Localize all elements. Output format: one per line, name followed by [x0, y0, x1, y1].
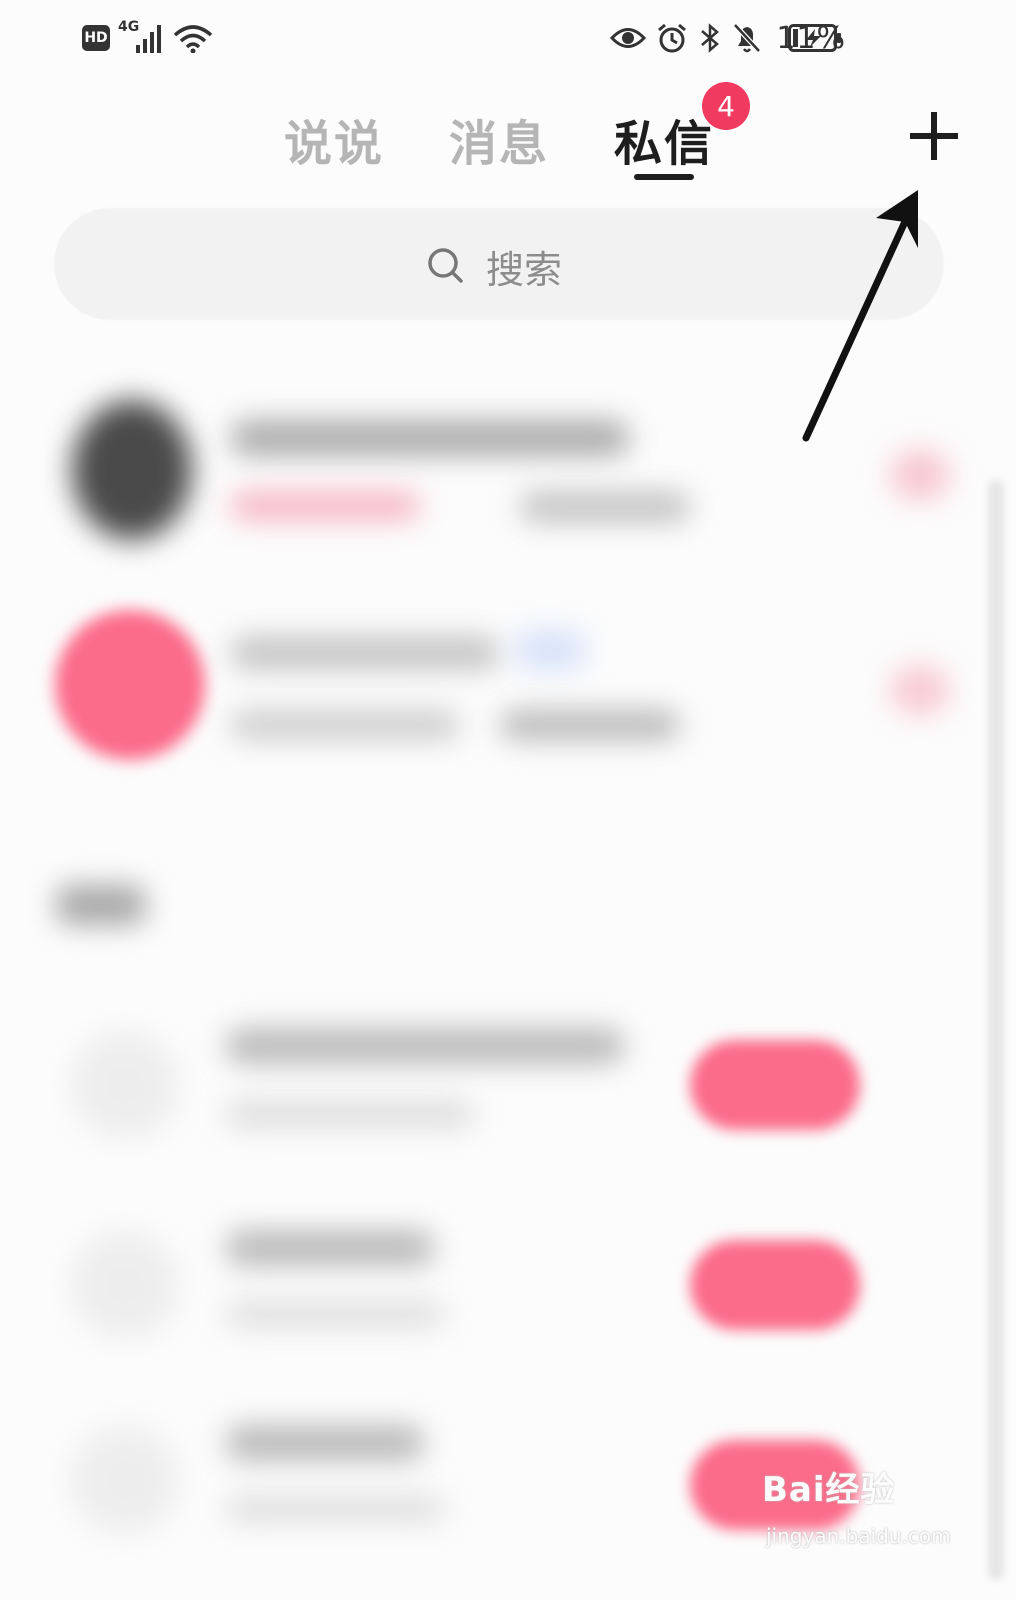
list-item-title [225, 1028, 625, 1064]
avatar[interactable] [55, 610, 205, 760]
bell-off-icon [733, 23, 762, 53]
list-item-preview [230, 710, 460, 740]
unread-badge: 4 [702, 82, 750, 130]
status-left: HD 4G [82, 19, 214, 56]
list-item-title [225, 1425, 425, 1461]
section-title [56, 885, 146, 925]
follow-button[interactable] [690, 1240, 860, 1330]
eye-icon [610, 28, 647, 48]
add-button[interactable] [906, 108, 962, 164]
plus-icon [910, 112, 958, 160]
list-item-title [225, 1230, 435, 1266]
unread-dot [890, 665, 950, 715]
list-item-preview [230, 492, 420, 520]
active-tab-indicator [634, 174, 694, 180]
tab-shuoshuo[interactable]: 说说 [284, 104, 384, 174]
list-item-title [230, 636, 500, 670]
signal-icon: 4G [118, 19, 164, 53]
screen: HD 4G 说说 消息 私信 4 搜索 Bai经验 jingyan.baidu.… [0, 0, 1016, 1600]
battery-charging-icon [788, 24, 841, 52]
avatar[interactable] [70, 1030, 180, 1140]
alarm-icon [658, 23, 687, 53]
watermark-site: jingyan.baidu.com [766, 1524, 951, 1548]
scrollbar[interactable] [988, 480, 1004, 1580]
avatar[interactable] [72, 400, 192, 540]
list-item-preview [225, 1100, 475, 1128]
search-content: 搜索 [426, 240, 562, 292]
watermark: Bai经验 jingyan.baidu.com [762, 1462, 952, 1558]
list-item-preview-2 [500, 710, 680, 740]
tab-messages[interactable]: 消息 [449, 104, 549, 174]
list-item-preview [225, 1495, 445, 1523]
list-item-title [230, 420, 630, 456]
avatar[interactable] [70, 1230, 180, 1340]
hd-badge: HD [82, 25, 110, 51]
bluetooth-icon [701, 23, 720, 53]
status-bar: HD 4G [0, 0, 1016, 80]
top-tabs: 说说 消息 私信 [0, 96, 1016, 196]
watermark-brand: Bai经验 [762, 1470, 896, 1510]
conversation-list [0, 340, 1016, 1600]
follow-button[interactable] [690, 1040, 860, 1130]
avatar[interactable] [70, 1425, 180, 1535]
list-item-preview-2 [520, 492, 690, 522]
unread-dot [890, 450, 950, 500]
search-label: 搜索 [486, 247, 563, 292]
search-icon [428, 248, 463, 283]
wifi-icon [173, 25, 213, 53]
tab-private-messages[interactable]: 私信 [614, 104, 714, 174]
list-item-preview [225, 1300, 445, 1328]
verified-tag [515, 630, 585, 670]
